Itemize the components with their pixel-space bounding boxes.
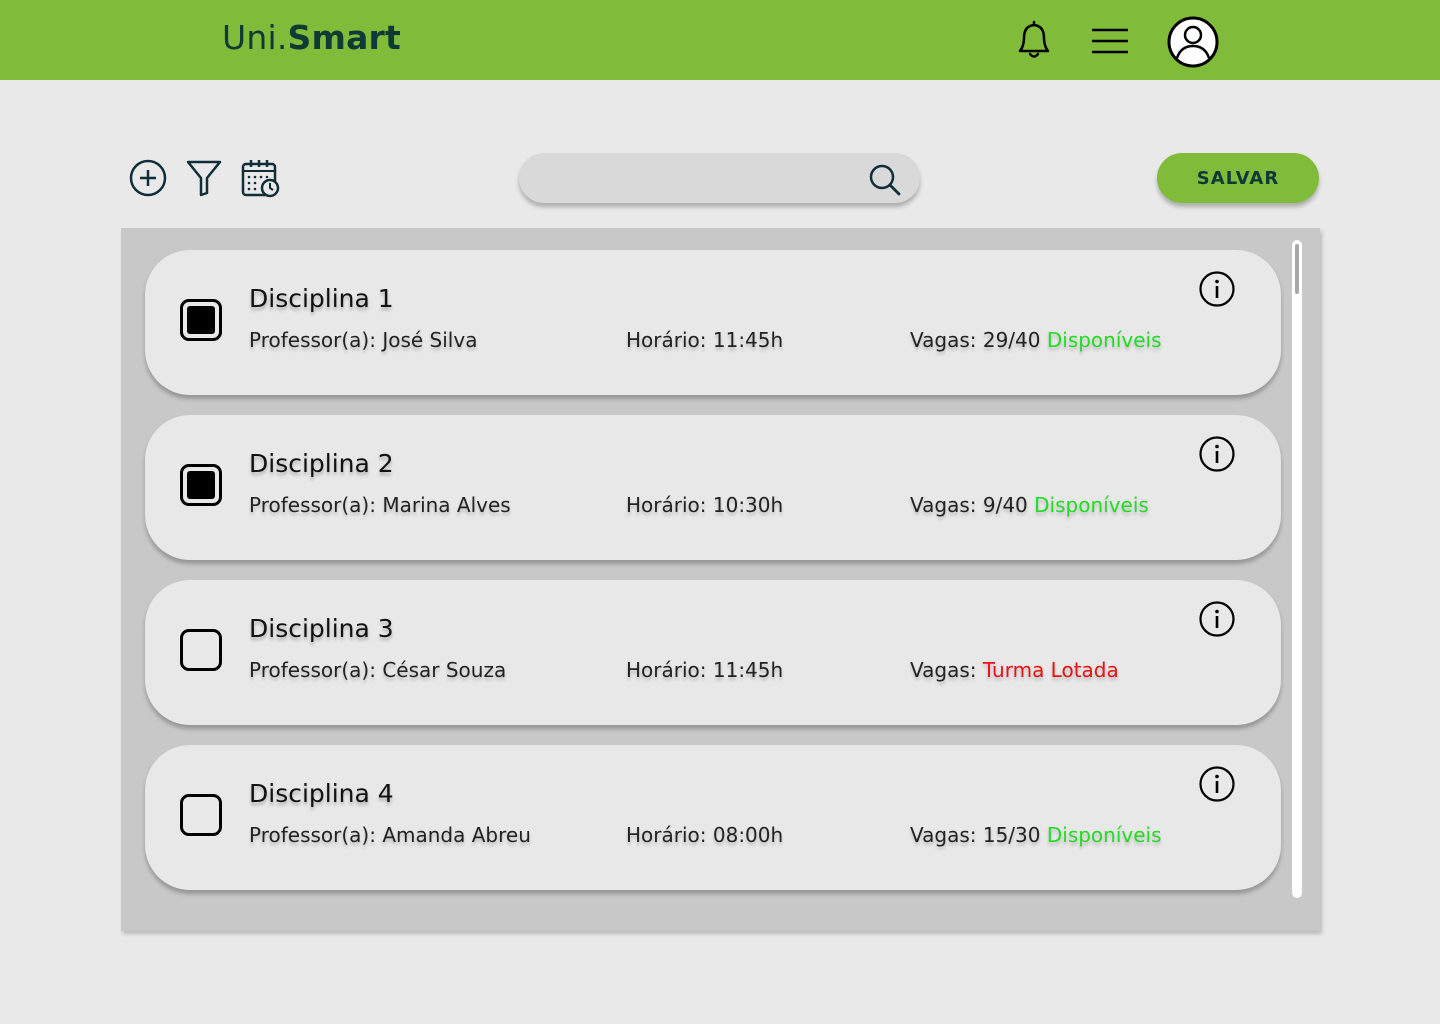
hamburger-menu-icon[interactable]	[1090, 26, 1130, 56]
vacancies-status: Turma Lotada	[982, 658, 1119, 682]
vacancies-count: 15/30	[982, 823, 1047, 847]
course-professor: Professor(a): Marina Alves	[249, 493, 511, 517]
add-circle-icon[interactable]	[128, 158, 168, 198]
course-title: Disciplina 1	[249, 284, 394, 313]
vacancies-status: Disponíveis	[1046, 823, 1162, 847]
logo-text-light: Uni.	[222, 18, 288, 57]
course-title: Disciplina 4	[249, 779, 394, 808]
vacancies-status: Disponíveis	[1046, 328, 1162, 352]
course-card: Disciplina 1 Professor(a): José Silva Ho…	[145, 250, 1281, 395]
course-title: Disciplina 2	[249, 449, 394, 478]
course-card: Disciplina 3 Professor(a): César Souza H…	[145, 580, 1281, 725]
vacancies-label: Vagas:	[910, 658, 983, 682]
calendar-clock-icon[interactable]	[240, 158, 282, 200]
search-input[interactable]	[541, 153, 861, 203]
course-checkbox[interactable]	[180, 299, 222, 341]
course-card: Disciplina 2 Professor(a): Marina Alves …	[145, 415, 1281, 560]
course-title: Disciplina 3	[249, 614, 394, 643]
vacancies-label: Vagas:	[910, 823, 983, 847]
course-schedule: Horário: 08:00h	[626, 823, 784, 847]
bell-icon[interactable]	[1014, 19, 1054, 61]
search-bar[interactable]	[519, 153, 920, 203]
vacancies-status: Disponíveis	[1034, 493, 1149, 517]
top-bar: Uni.Smart	[0, 0, 1440, 80]
course-card: Disciplina 4 Professor(a): Amanda Abreu …	[145, 745, 1281, 890]
search-icon[interactable]	[868, 163, 902, 197]
user-profile-icon[interactable]	[1167, 16, 1219, 68]
course-schedule: Horário: 10:30h	[626, 493, 784, 517]
save-button[interactable]: SALVAR	[1157, 153, 1319, 203]
info-icon[interactable]	[1198, 600, 1236, 638]
course-vacancies: Vagas: 29/40 Disponíveis	[910, 328, 1162, 352]
logo-text-bold: Smart	[287, 18, 402, 57]
course-schedule: Horário: 11:45h	[626, 658, 784, 682]
course-checkbox[interactable]	[180, 629, 222, 671]
vacancies-count: 29/40	[982, 328, 1047, 352]
vacancies-label: Vagas:	[910, 493, 983, 517]
info-icon[interactable]	[1198, 765, 1236, 803]
course-checkbox[interactable]	[180, 464, 222, 506]
course-checkbox[interactable]	[180, 794, 222, 836]
course-vacancies: Vagas: 15/30 Disponíveis	[910, 823, 1162, 847]
course-schedule: Horário: 11:45h	[626, 328, 784, 352]
course-vacancies: Vagas: Turma Lotada	[910, 658, 1119, 682]
logo[interactable]: Uni.Smart	[222, 18, 401, 57]
vacancies-count: 9/40	[982, 493, 1035, 517]
course-professor: Professor(a): José Silva	[249, 328, 478, 352]
course-vacancies: Vagas: 9/40 Disponíveis	[910, 493, 1149, 517]
info-icon[interactable]	[1198, 270, 1236, 308]
course-list-panel: Disciplina 1 Professor(a): José Silva Ho…	[121, 228, 1320, 931]
info-icon[interactable]	[1198, 435, 1236, 473]
scrollbar-thumb[interactable]	[1295, 244, 1299, 294]
course-professor: Professor(a): Amanda Abreu	[249, 823, 531, 847]
scrollbar[interactable]	[1292, 240, 1302, 898]
course-professor: Professor(a): César Souza	[249, 658, 507, 682]
vacancies-label: Vagas:	[910, 328, 983, 352]
filter-icon[interactable]	[185, 158, 223, 198]
